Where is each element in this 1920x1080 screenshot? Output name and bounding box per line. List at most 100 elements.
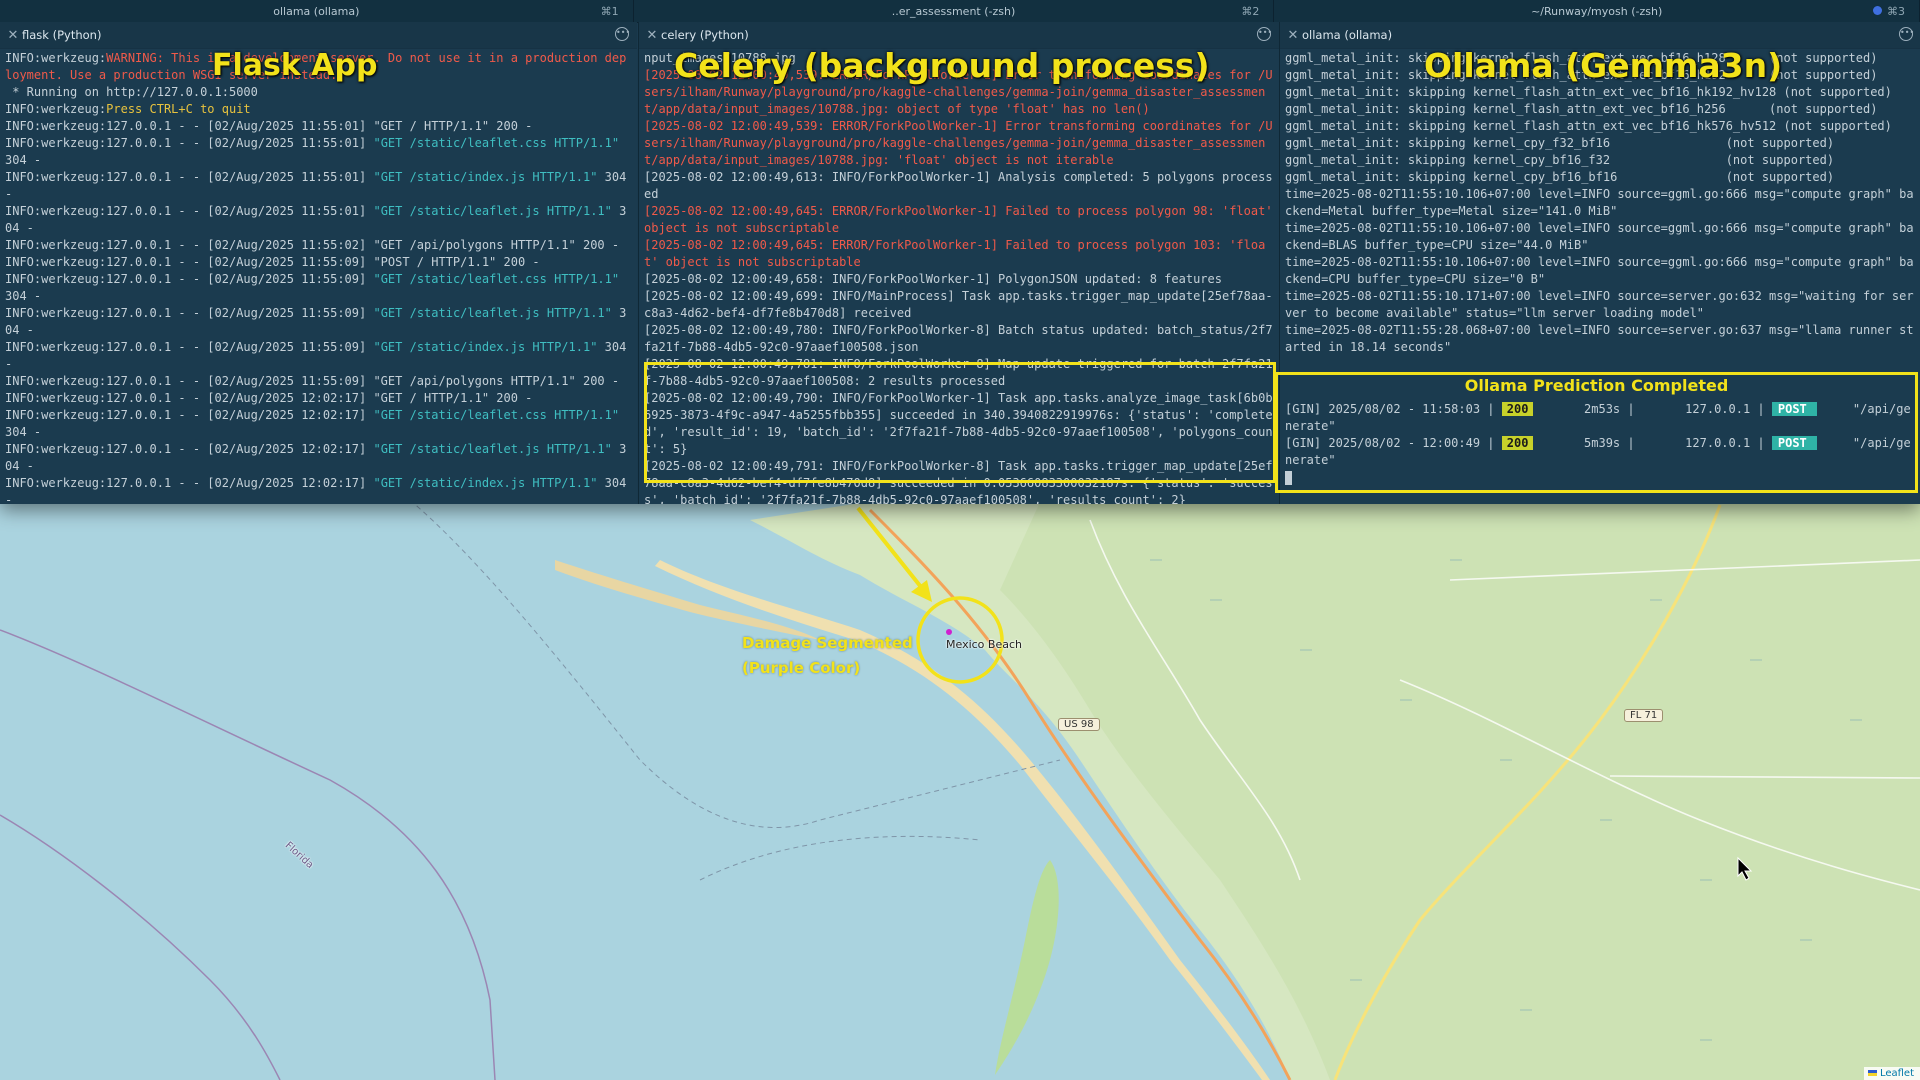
- log-segment: ggml_metal_init: skipping kernel_cpy_bf1…: [1285, 153, 1835, 167]
- log-line: * Running on http://127.0.0.1:5000: [5, 84, 633, 101]
- log-segment: INFO:werkzeug:127.0.0.1 - - [02/Aug/2025…: [5, 238, 620, 252]
- log-segment: ggml_metal_init: skipping kernel_flash_a…: [1285, 119, 1892, 133]
- log-segment: "GET /static/index.js HTTP/1.1": [373, 476, 598, 490]
- log-segment: INFO:werkzeug:127.0.0.1 - - [02/Aug/2025…: [5, 476, 374, 490]
- log-line: INFO:werkzeug:127.0.0.1 - - [02/Aug/2025…: [5, 254, 633, 271]
- log-line: INFO:werkzeug:127.0.0.1 - - [02/Aug/2025…: [5, 118, 633, 135]
- log-segment: INFO:werkzeug:: [5, 102, 107, 116]
- activity-dot-icon: [1873, 5, 1882, 15]
- log-line: INFO:werkzeug:127.0.0.1 - - [02/Aug/2025…: [5, 441, 633, 475]
- log-line: [2025-08-02 12:00:49,645: ERROR/ForkPool…: [644, 203, 1275, 237]
- ollama-log-output: ggml_metal_init: skipping kernel_flash_a…: [1285, 50, 1917, 356]
- log-segment: INFO:werkzeug:127.0.0.1 - - [02/Aug/2025…: [5, 442, 374, 456]
- tab-myosh[interactable]: ~/Runway/myosh (-zsh) ⌘3: [1274, 0, 1920, 22]
- log-segment: INFO:werkzeug:127.0.0.1 - - [02/Aug/2025…: [5, 255, 540, 269]
- log-line: ggml_metal_init: skipping kernel_cpy_f32…: [1285, 135, 1917, 152]
- close-icon[interactable]: ✕: [1284, 28, 1302, 43]
- log-segment: INFO:werkzeug:127.0.0.1 - - [02/Aug/2025…: [5, 374, 620, 388]
- ollama-pane-header: ✕ ollama (ollama) •••: [1280, 22, 1920, 49]
- log-segment: time=2025-08-02T11:55:10.106+07:00 level…: [1285, 221, 1914, 252]
- log-segment: ggml_metal_init: skipping kernel_flash_a…: [1285, 85, 1892, 99]
- damage-label: Damage Segmented (Purple Color): [742, 631, 913, 681]
- log-line: [2025-08-02 12:00:49,539: ERROR/ForkPool…: [644, 118, 1275, 169]
- log-segment: INFO:werkzeug:127.0.0.1 - - [02/Aug/2025…: [5, 204, 374, 218]
- tab-title: ~/Runway/myosh (-zsh): [1531, 4, 1663, 18]
- flask-pane-title: flask (Python): [22, 28, 102, 42]
- close-icon[interactable]: ✕: [4, 28, 22, 43]
- tab-title: ..er_assessment (-zsh): [891, 4, 1016, 18]
- tab-bar: ollama (ollama) ⌘1 ..er_assessment (-zsh…: [0, 0, 1920, 23]
- leaflet-attribution[interactable]: Leaflet: [1863, 1067, 1920, 1080]
- log-line: INFO:werkzeug:127.0.0.1 - - [02/Aug/2025…: [5, 271, 633, 305]
- celery-pane-title: celery (Python): [661, 28, 749, 42]
- log-segment: time=2025-08-02T11:55:10.106+07:00 level…: [1285, 255, 1914, 286]
- log-segment: [2025-08-02 12:00:49,658: INFO/ForkPoolW…: [644, 272, 1222, 286]
- log-line: INFO:werkzeug:127.0.0.1 - - [02/Aug/2025…: [5, 305, 633, 339]
- log-segment: INFO:werkzeug:127.0.0.1 - - [02/Aug/2025…: [5, 340, 374, 354]
- log-segment: [2025-08-02 12:00:49,699: INFO/MainProce…: [644, 289, 1273, 320]
- log-line: INFO:werkzeug:Press CTRL+C to quit: [5, 101, 633, 118]
- log-segment: time=2025-08-02T11:55:10.171+07:00 level…: [1285, 289, 1914, 320]
- log-segment: "GET /static/index.js HTTP/1.1": [373, 340, 598, 354]
- tab-ollama[interactable]: ollama (ollama) ⌘1: [0, 0, 634, 22]
- log-segment: INFO:werkzeug:127.0.0.1 - - [02/Aug/2025…: [5, 272, 374, 286]
- log-segment: INFO:werkzeug:: [5, 51, 107, 65]
- log-line: time=2025-08-02T11:55:10.106+07:00 level…: [1285, 186, 1917, 220]
- tab-assessment[interactable]: ..er_assessment (-zsh) ⌘2: [634, 0, 1275, 22]
- log-line: ggml_metal_init: skipping kernel_cpy_bf1…: [1285, 152, 1917, 169]
- log-line: INFO:werkzeug:127.0.0.1 - - [02/Aug/2025…: [5, 135, 633, 169]
- log-segment: ggml_metal_init: skipping kernel_flash_a…: [1285, 102, 1878, 116]
- ollama-pane-title: ollama (ollama): [1302, 28, 1393, 42]
- log-line: [2025-08-02 12:00:49,780: INFO/ForkPoolW…: [644, 322, 1275, 356]
- more-options-icon[interactable]: •••: [1899, 27, 1914, 41]
- flask-log-output: INFO:werkzeug:WARNING: This is a develop…: [5, 50, 633, 504]
- ollama-label: Ollama (Gemma3n): [1424, 46, 1783, 85]
- road-label-fl71: FL 71: [1624, 709, 1664, 722]
- log-segment: Press CTRL+C to quit: [106, 102, 251, 116]
- log-segment: "GET /static/index.js HTTP/1.1": [373, 170, 598, 184]
- log-line: ggml_metal_init: skipping kernel_cpy_bf1…: [1285, 169, 1917, 186]
- log-line: INFO:werkzeug:127.0.0.1 - - [02/Aug/2025…: [5, 169, 633, 203]
- tab-shortcut: ⌘3: [1873, 5, 1905, 18]
- log-segment: time=2025-08-02T11:55:28.068+07:00 level…: [1285, 323, 1914, 354]
- more-options-icon[interactable]: •••: [615, 27, 630, 41]
- damage-label-line1: Damage Segmented: [742, 634, 913, 652]
- log-segment: INFO:werkzeug:127.0.0.1 - - [02/Aug/2025…: [5, 306, 374, 320]
- log-segment: [2025-08-02 12:00:49,645: ERROR/ForkPool…: [644, 204, 1273, 235]
- log-line: INFO:werkzeug:127.0.0.1 - - [02/Aug/2025…: [5, 475, 633, 504]
- close-icon[interactable]: ✕: [643, 28, 661, 43]
- damage-label-line2: (Purple Color): [742, 659, 861, 677]
- flask-pane[interactable]: ✕ flask (Python) ••• INFO:werkzeug:WARNI…: [0, 22, 637, 504]
- log-line: INFO:werkzeug:127.0.0.1 - - [02/Aug/2025…: [5, 373, 633, 390]
- log-line: time=2025-08-02T11:55:10.106+07:00 level…: [1285, 254, 1917, 288]
- log-segment: [2025-08-02 12:00:49,780: INFO/ForkPoolW…: [644, 323, 1273, 354]
- log-line: INFO:werkzeug:127.0.0.1 - - [02/Aug/2025…: [5, 203, 633, 237]
- log-line: time=2025-08-02T11:55:10.106+07:00 level…: [1285, 220, 1917, 254]
- log-segment: [2025-08-02 12:00:49,613: INFO/ForkPoolW…: [644, 170, 1273, 201]
- log-line: ggml_metal_init: skipping kernel_flash_a…: [1285, 101, 1917, 118]
- log-line: time=2025-08-02T11:55:10.171+07:00 level…: [1285, 288, 1917, 322]
- log-segment: * Running on http://127.0.0.1:5000: [5, 85, 258, 99]
- flag-icon: [1867, 1070, 1877, 1076]
- log-segment: "GET /static/leaflet.js HTTP/1.1": [373, 204, 612, 218]
- log-segment: "GET /static/leaflet.css HTTP/1.1": [373, 408, 620, 422]
- log-segment: INFO:werkzeug:127.0.0.1 - - [02/Aug/2025…: [5, 391, 533, 405]
- log-segment: ggml_metal_init: skipping kernel_cpy_bf1…: [1285, 170, 1835, 184]
- tab-shortcut: ⌘2: [1241, 4, 1260, 18]
- log-segment: "GET /static/leaflet.js HTTP/1.1": [373, 306, 612, 320]
- log-segment: INFO:werkzeug:127.0.0.1 - - [02/Aug/2025…: [5, 170, 374, 184]
- log-segment: [2025-08-02 12:00:49,645: ERROR/ForkPool…: [644, 238, 1266, 269]
- celery-highlight-box: [644, 362, 1276, 483]
- damage-polygon-icon: [946, 629, 952, 635]
- log-segment: INFO:werkzeug:127.0.0.1 - - [02/Aug/2025…: [5, 408, 374, 422]
- more-options-icon[interactable]: •••: [1257, 27, 1272, 41]
- log-line: INFO:werkzeug:127.0.0.1 - - [02/Aug/2025…: [5, 407, 633, 441]
- log-line: INFO:werkzeug:127.0.0.1 - - [02/Aug/2025…: [5, 339, 633, 373]
- flask-app-label: Flask App: [212, 48, 378, 83]
- log-line: ggml_metal_init: skipping kernel_flash_a…: [1285, 84, 1917, 101]
- log-segment: "GET /static/leaflet.js HTTP/1.1": [373, 442, 612, 456]
- log-line: [2025-08-02 12:00:49,658: INFO/ForkPoolW…: [644, 271, 1275, 288]
- log-segment: INFO:werkzeug:127.0.0.1 - - [02/Aug/2025…: [5, 136, 374, 150]
- ollama-prediction-label: Ollama Prediction Completed: [1464, 376, 1729, 395]
- log-segment: INFO:werkzeug:127.0.0.1 - - [02/Aug/2025…: [5, 119, 533, 133]
